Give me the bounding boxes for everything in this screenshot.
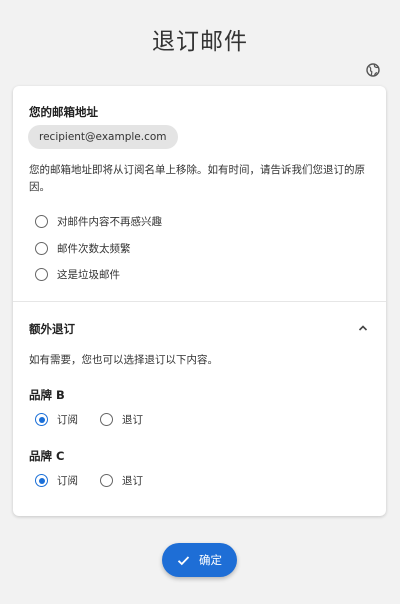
radio-button-selected[interactable] (35, 474, 48, 487)
reason-label: 邮件次数太频繁 (57, 242, 131, 255)
brand-c-subscribe-option[interactable]: 订阅 (35, 473, 78, 488)
unsubscribe-card: 您的邮箱地址 recipient@example.com 您的邮箱地址即将从订阅… (13, 86, 386, 516)
extra-description: 如有需要，您也可以选择退订以下内容。 (29, 354, 218, 366)
unsubscribe-label: 退订 (122, 475, 143, 487)
extra-unsubscribe-heading[interactable]: 额外退订 (29, 321, 75, 337)
reason-option-spam[interactable]: 这是垃圾邮件 (35, 266, 120, 282)
brand-b-subscribe-option[interactable]: 订阅 (35, 412, 78, 427)
brand-c-label: 品牌 C (29, 449, 65, 463)
radio-button-selected[interactable] (35, 413, 48, 426)
radio-button[interactable] (100, 413, 113, 426)
radio-button[interactable] (35, 214, 48, 228)
reason-label: 这是垃圾邮件 (57, 268, 120, 281)
globe-icon[interactable] (366, 63, 380, 77)
brand-c-unsubscribe-option[interactable]: 退订 (100, 473, 143, 488)
unsubscribe-label: 退订 (122, 414, 143, 426)
check-icon (177, 555, 190, 565)
radio-button[interactable] (35, 241, 48, 255)
subscribe-label: 订阅 (57, 414, 78, 426)
confirm-button[interactable]: 确定 (162, 543, 237, 577)
reason-option-too-frequent[interactable]: 邮件次数太频繁 (35, 240, 131, 256)
page-title: 退订邮件 (152, 29, 248, 55)
radio-button[interactable] (35, 267, 48, 281)
brand-b-unsubscribe-option[interactable]: 退订 (100, 412, 143, 427)
section-divider (13, 301, 386, 302)
removal-notice: 您的邮箱地址即将从订阅名单上移除。如有时间，请告诉我们您退订的原因。 (29, 164, 365, 193)
radio-button[interactable] (100, 474, 113, 487)
chevron-up-icon[interactable] (357, 322, 369, 334)
email-heading: 您的邮箱地址 (29, 105, 98, 119)
reason-label: 对邮件内容不再感兴趣 (57, 215, 162, 228)
email-address-chip: recipient@example.com (28, 125, 178, 149)
confirm-label: 确定 (199, 553, 222, 567)
brand-c-options: 订阅 退订 (35, 473, 165, 488)
brand-b-options: 订阅 退订 (35, 412, 165, 427)
reason-option-not-interested[interactable]: 对邮件内容不再感兴趣 (35, 213, 162, 229)
subscribe-label: 订阅 (57, 475, 78, 487)
brand-b-label: 品牌 B (29, 388, 65, 402)
